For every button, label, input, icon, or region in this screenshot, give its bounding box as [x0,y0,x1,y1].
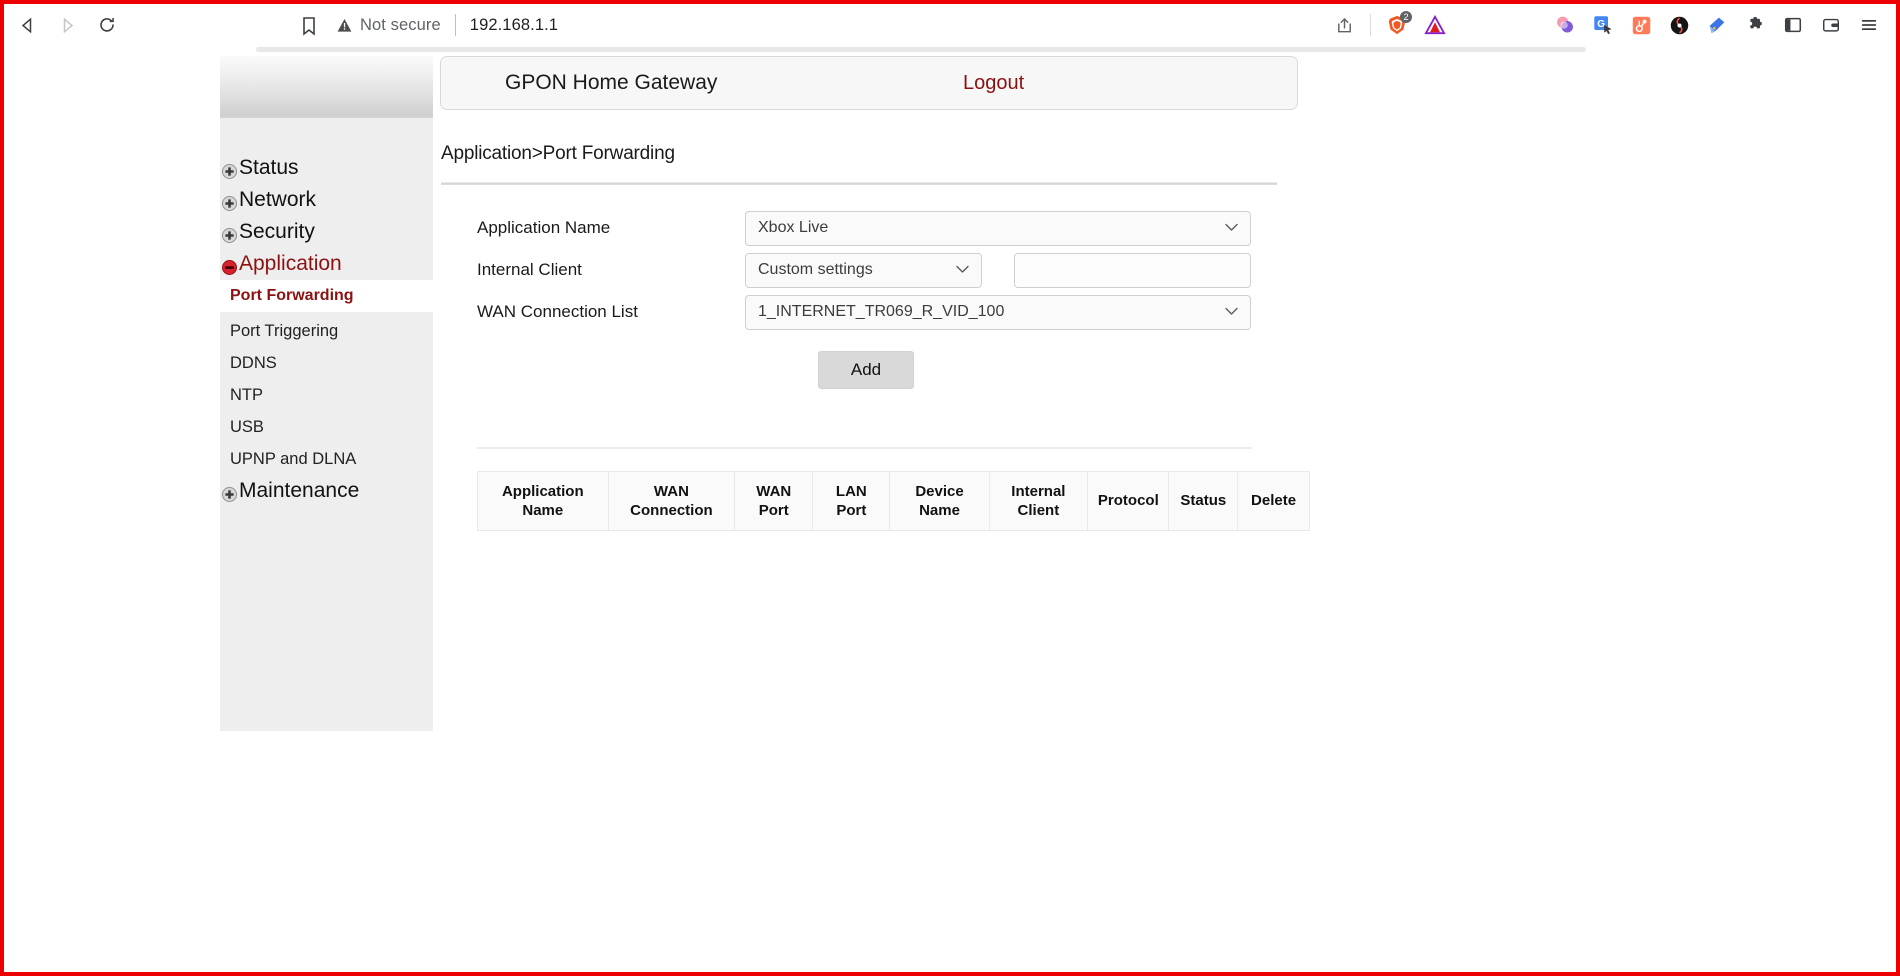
minus-collapse-icon [222,257,237,275]
hubspot-extension-icon[interactable] [1622,6,1660,44]
sidebar-item-label: Network [239,188,317,211]
plus-expand-icon [222,225,237,243]
internal-client-label: Internal Client [477,260,582,279]
sidebar-item-port-forwarding[interactable]: Port Forwarding [220,280,433,312]
url-text[interactable]: 192.168.1.1 [470,16,558,35]
brave-lion-icon[interactable]: 2 [1378,6,1416,44]
chevron-down-icon [1225,303,1238,321]
column-header-protocol: Protocol [1087,471,1170,531]
internal-client-select-value: Custom settings [758,261,873,278]
table-divider [477,447,1252,449]
column-header-lan-port: LAN Port [812,471,891,531]
brave-shields-badge: 2 [1400,11,1412,23]
sidebar-item-application[interactable]: Application [220,248,433,280]
sidebar-item-network[interactable]: Network [220,184,433,216]
google-translate-extension-icon[interactable]: G [1584,6,1622,44]
form-row-application-name: Application Name Xbox Live [477,207,1310,249]
internal-client-select[interactable]: Custom settings [745,252,982,288]
warning-triangle-icon [337,18,352,33]
main-content: GPON Home Gateway Logout Application>Por… [440,56,1310,531]
router-header-bar: GPON Home Gateway Logout [440,56,1298,110]
sidebar-subitem-label: USB [230,417,264,436]
sidebar-item-security[interactable]: Security [220,216,433,248]
add-button-row: Add [818,351,1310,389]
application-name-label: Application Name [477,218,611,237]
router-sidebar: Status Network Security Application Port… [220,56,433,731]
browser-menu-icon[interactable] [1850,6,1888,44]
omnibox[interactable]: Not secure 192.168.1.1 [337,4,558,46]
sidebar-logo-banner [220,56,433,118]
chevron-down-icon [956,261,969,279]
sidebar-item-ntp[interactable]: NTP [220,379,433,411]
sidebar-spacer [220,118,433,152]
sidebar-item-label: Security [239,220,315,243]
sidebar-item-label: Status [239,156,299,179]
form-row-wan-connection-list: WAN Connection List 1_INTERNET_TR069_R_V… [477,291,1310,333]
kaspersky-extension-icon[interactable] [1660,6,1698,44]
browser-toolbar: Not secure 192.168.1.1 2 G [4,4,1896,47]
plus-expand-icon [222,193,237,211]
column-header-device-name: Device Name [889,471,990,531]
column-header-application-name: Application Name [477,471,609,531]
column-header-wan-connection: WAN Connection [607,471,736,531]
internal-client-input[interactable] [1014,252,1251,288]
table-header: Application Name WAN Connection WAN Port… [477,471,1310,531]
sidebar-subitem-label: Port Triggering [230,321,339,340]
sidebar-subitem-label: DDNS [230,353,277,372]
security-status-label: Not secure [360,15,441,34]
logout-link[interactable]: Logout [963,72,1024,95]
sidebar-subitem-label: UPNP and DLNA [230,449,357,468]
column-header-wan-port: WAN Port [734,471,814,531]
scrollbar-thumb[interactable] [256,47,1586,52]
sidebar-subitem-label: Port Forwarding [230,287,354,304]
sidebar-item-maintenance[interactable]: Maintenance [220,475,433,507]
plus-expand-icon [222,484,237,502]
wan-connection-list-value: 1_INTERNET_TR069_R_VID_100 [758,303,1005,320]
column-header-status: Status [1168,471,1239,531]
horizontal-scrollbar[interactable] [4,46,1896,53]
adobe-triangle-icon[interactable] [1416,6,1454,44]
toolbar-divider [1370,14,1371,36]
reload-icon[interactable] [90,8,124,42]
column-header-internal-client: Internal Client [988,471,1089,531]
column-header-delete: Delete [1237,471,1310,531]
plus-expand-icon [222,161,237,179]
application-name-select[interactable]: Xbox Live [745,210,1251,246]
page-viewport: Status Network Security Application Port… [4,46,1896,972]
power-bi-extension-icon[interactable] [1698,6,1736,44]
chevron-down-icon [1225,219,1238,237]
sidebar-item-upnp-and-dlna[interactable]: UPNP and DLNA [220,443,433,475]
svg-text:G: G [1597,19,1605,30]
back-arrow-icon[interactable] [10,8,44,42]
section-divider [441,182,1277,185]
application-name-value: Xbox Live [758,219,829,236]
sidebar-item-status[interactable]: Status [220,152,433,184]
port-forwarding-form: Application Name Xbox Live Internal Clie… [477,207,1310,389]
omnibox-divider [454,14,456,36]
wallet-icon[interactable] [1812,6,1850,44]
sidebar-item-label: Application [239,252,342,275]
wan-connection-list-label: WAN Connection List [477,302,638,321]
page-title: GPON Home Gateway [505,71,718,94]
sidebar-item-label: Maintenance [239,479,360,502]
add-button[interactable]: Add [818,351,914,389]
extensions-puzzle-icon[interactable] [1736,6,1774,44]
color-blob-extension-icon[interactable] [1546,6,1584,44]
form-row-internal-client: Internal Client Custom settings [477,249,1310,291]
sidebar-item-ddns[interactable]: DDNS [220,347,433,379]
sidebar-subitem-label: NTP [230,385,263,404]
forward-arrow-icon[interactable] [50,8,84,42]
toolbar-right-group: 2 G [1325,4,1888,46]
sidebar-item-port-triggering[interactable]: Port Triggering [220,315,433,347]
screenshot-root: Not secure 192.168.1.1 2 G Status Networ… [0,0,1900,976]
table-header-row: Application Name WAN Connection WAN Port… [477,471,1310,531]
wan-connection-list-select[interactable]: 1_INTERNET_TR069_R_VID_100 [745,294,1251,330]
share-icon[interactable] [1325,6,1363,44]
port-forwarding-table: Application Name WAN Connection WAN Port… [477,471,1310,531]
sidebar-panel-icon[interactable] [1774,6,1812,44]
sidebar-item-usb[interactable]: USB [220,411,433,443]
bookmark-icon[interactable] [299,15,319,37]
breadcrumb: Application>Port Forwarding [441,143,675,164]
